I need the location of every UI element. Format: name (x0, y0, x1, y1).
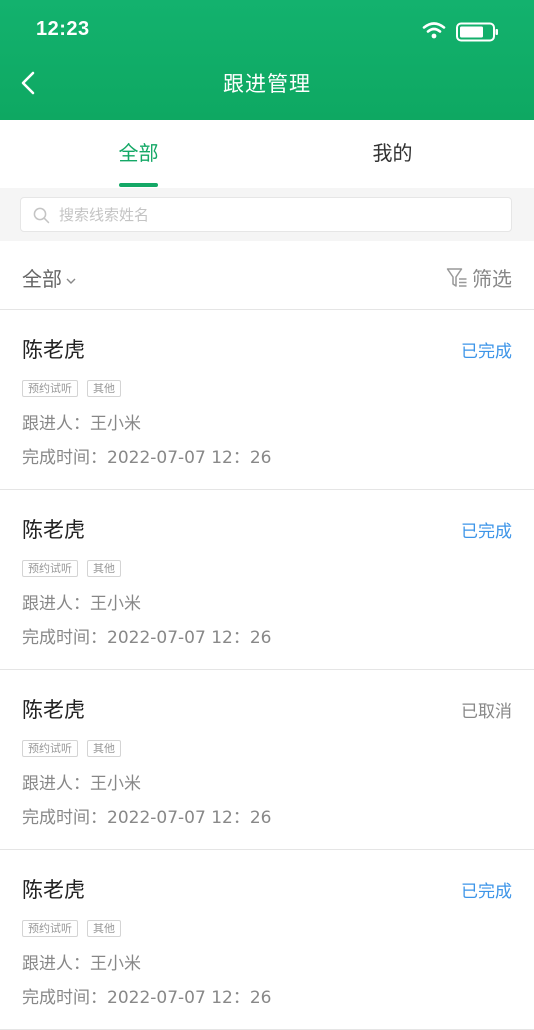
header: 12:23 跟进管理 (0, 0, 534, 120)
tag: 预约试听 (22, 560, 78, 577)
record-card[interactable]: 陈老虎 已取消 预约试听 其他 跟进人：王小米 完成时间：2022-07-07 1… (0, 670, 534, 850)
record-follower: 跟进人：王小米 (22, 594, 141, 614)
record-name: 陈老虎 (22, 518, 85, 542)
record-name: 陈老虎 (22, 338, 85, 362)
filter-button[interactable]: 筛选 (446, 263, 512, 292)
scope-label: 全部 (22, 267, 62, 291)
record-status: 已完成 (461, 342, 512, 362)
record-name: 陈老虎 (22, 698, 85, 722)
record-follower: 跟进人：王小米 (22, 954, 141, 974)
tag: 其他 (87, 560, 121, 577)
search-area (0, 188, 534, 241)
filter-label: 筛选 (472, 267, 512, 291)
tag: 其他 (87, 380, 121, 397)
status-time: 12:23 (36, 18, 90, 40)
tag-row: 预约试听 其他 (22, 377, 130, 397)
tag-row: 预约试听 其他 (22, 917, 130, 937)
record-name: 陈老虎 (22, 878, 85, 902)
record-time: 完成时间：2022-07-07 12：26 (22, 808, 272, 828)
record-card[interactable]: 陈老虎 已完成 预约试听 其他 跟进人：王小米 完成时间：2022-07-07 1… (0, 310, 534, 490)
record-card[interactable]: 陈老虎 已完成 预约试听 其他 跟进人：王小米 完成时间：2022-07-07 1… (0, 490, 534, 670)
tag: 其他 (87, 920, 121, 937)
tab-bar: 全部 我的 (0, 120, 534, 188)
record-status: 已取消 (461, 702, 512, 722)
tag: 其他 (87, 740, 121, 757)
tag-row: 预约试听 其他 (22, 737, 130, 757)
record-time: 完成时间：2022-07-07 12：26 (22, 628, 272, 648)
record-follower: 跟进人：王小米 (22, 414, 141, 434)
active-tab-indicator (119, 183, 158, 187)
record-status: 已完成 (461, 882, 512, 902)
page-title: 跟进管理 (223, 72, 311, 96)
tag: 预约试听 (22, 740, 78, 757)
record-status: 已完成 (461, 522, 512, 542)
tag: 预约试听 (22, 380, 78, 397)
tab-all[interactable]: 全部 (5, 120, 272, 188)
filter-bar: 全部 筛选 (0, 241, 534, 310)
scope-dropdown[interactable]: 全部 (22, 263, 76, 292)
chevron-down-icon (66, 278, 76, 284)
tab-mine[interactable]: 我的 (259, 120, 526, 188)
battery-icon (456, 22, 498, 42)
wifi-icon (422, 22, 446, 39)
search-input[interactable] (59, 199, 499, 230)
record-card[interactable]: 陈老虎 已完成 预约试听 其他 跟进人：王小米 完成时间：2022-07-07 1… (0, 850, 534, 1030)
tag-row: 预约试听 其他 (22, 557, 130, 577)
search-box[interactable] (20, 197, 512, 232)
filter-icon (446, 268, 467, 287)
search-icon (33, 207, 50, 224)
record-follower: 跟进人：王小米 (22, 774, 141, 794)
tag: 预约试听 (22, 920, 78, 937)
record-time: 完成时间：2022-07-07 12：26 (22, 448, 272, 468)
record-time: 完成时间：2022-07-07 12：26 (22, 988, 272, 1008)
